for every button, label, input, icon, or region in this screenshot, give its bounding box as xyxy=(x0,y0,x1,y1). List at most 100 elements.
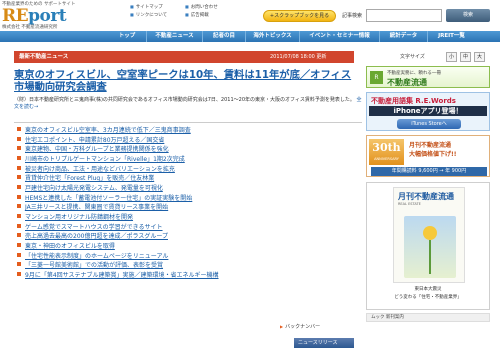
font-size-label: 文字サイズ xyxy=(400,54,425,60)
bullet-icon xyxy=(17,271,21,276)
divider xyxy=(14,122,362,123)
list-item: HEMSと連携した「蓄電池付ソーラー住宅」の実証実験を開始 xyxy=(17,194,362,204)
top-headline-link[interactable]: 東京のオフィスビル、空室率ピークは10年、賃料は11年が底／オフィス市場動向研究… xyxy=(14,69,359,93)
bullet-icon xyxy=(17,262,21,267)
news-link[interactable]: 「三菱一号館美術館」での活動が評価、表彰を受賞 xyxy=(25,262,163,269)
link-policy-link[interactable]: リンクについて xyxy=(130,11,185,19)
news-link[interactable]: 賃貸仲介住宅「Forest Plug」を販売／住友林業 xyxy=(25,175,154,182)
ad2-brand: 不動産用語集 R.E.Words xyxy=(371,97,456,105)
news-link[interactable]: 売上高過去最高の200億円超を達成／ポラスグループ xyxy=(25,233,168,240)
news-list: 東京のオフィスビル空室率、3カ月連続で低下／三鬼商事調査 住宅エコポイント、申請… xyxy=(17,126,362,281)
news-link[interactable]: 東京建物、中国・万科グループと業務提携関係を強化 xyxy=(25,146,169,153)
ad-iphone-app-banner[interactable]: 不動産用語集 R.E.Words iPhoneアプリ登場！ iTunes Sto… xyxy=(366,92,490,131)
bullet-icon xyxy=(17,127,21,131)
bullet-icon xyxy=(17,136,21,141)
bullet-icon xyxy=(17,204,21,209)
news-link[interactable]: ゲーム感覚でスマートハウスの学習ができるサイト xyxy=(25,224,163,231)
magazine-subtitle: REAL ESTATE xyxy=(398,202,421,206)
magazine-caption-sub: どう変わる「住宅・不動産業界」 xyxy=(394,295,462,300)
anniversary-badge: 30th xyxy=(369,139,404,165)
ad3-subtitle: 大幅価格値下げ!! xyxy=(409,151,457,158)
nav-jreit[interactable]: JREIT一覧 xyxy=(427,31,475,42)
news-link[interactable]: マンション用オリジナル防錆鋼材を開発 xyxy=(25,214,133,221)
summary-text: （財）日本不動産研究所と三鬼商事(株)の共同研究会であるオフィス市場動向研究会は… xyxy=(14,97,355,103)
magazine-logo-icon: R xyxy=(370,71,383,84)
sunflower-icon xyxy=(423,226,437,240)
nav-top[interactable]: トップ xyxy=(108,31,146,42)
site-header: 不動産業界のための サポートサイト REport 株式会社 不動産流通研究所 サ… xyxy=(0,0,500,31)
list-item: JA三井リースと提携、関東圏で賃貸リース事業を開始 xyxy=(17,203,362,213)
nav-events[interactable]: イベント・セミナー情報 xyxy=(299,31,379,42)
bullet-icon xyxy=(17,155,21,160)
site-logo[interactable]: 不動産業界のための サポートサイト REport 株式会社 不動産流通研究所 xyxy=(2,1,112,31)
news-link[interactable]: JA三井リースと提携、関東圏で賃貸リース事業を開始 xyxy=(25,204,168,211)
search-button[interactable]: 検索 xyxy=(446,9,490,22)
contact-link[interactable]: お問い合わせ xyxy=(185,3,240,11)
ad3-price: 年間購読料 9,600円 → 年 900円 xyxy=(371,167,487,176)
utility-links-col2: お問い合わせ 広告掲載 xyxy=(185,3,240,19)
list-item: 戸建住宅向け太陽光発電システム、発電量を可視化 xyxy=(17,184,362,194)
backnumber-link[interactable]: バックナンバー xyxy=(280,323,320,330)
list-item: 賃貸仲介住宅「Forest Plug」を販売／住友林業 xyxy=(17,174,362,184)
ad1-tagline: 不動産実務に、頼れる一冊 xyxy=(387,71,441,76)
logo-wordmark: REport xyxy=(2,6,67,26)
news-link[interactable]: 川崎市のトリプルゲートマンション「Rivelle」1期2次完成 xyxy=(25,156,185,163)
magazine-title: 月刊不動産流通 xyxy=(398,192,454,201)
list-item: 売上高過去最高の200億円超を達成／ポラスグループ xyxy=(17,232,362,242)
font-size-medium-button[interactable]: 中 xyxy=(460,52,471,62)
main-nav: トップ 不動産ニュース 記者の目 海外トピックス イベント・セミナー情報 統計デ… xyxy=(0,31,500,42)
cover-illustration xyxy=(404,216,456,278)
ad1-title: 不動産流通 xyxy=(387,78,427,87)
list-item: 「三菱一号館美術館」での活動が評価、表彰を受賞 xyxy=(17,261,362,271)
news-link[interactable]: 東京のオフィスビル空室率、3カ月連続で低下／三鬼商事調査 xyxy=(25,127,191,134)
bullet-icon xyxy=(17,194,21,199)
list-item: 被災者向け商品、工法・用途などバリエーションを拡充 xyxy=(17,165,362,175)
bullet-icon xyxy=(17,233,21,238)
list-item: 東京のオフィスビル空室率、3カ月連続で低下／三鬼商事調査 xyxy=(17,126,362,136)
magazine-cover-card[interactable]: 月刊不動産流通 REAL ESTATE 東日本大震災 どう変わる「住宅・不動産業… xyxy=(366,182,490,310)
list-item: 東京建物、中国・万科グループと業務提携関係を強化 xyxy=(17,145,362,155)
search-input[interactable] xyxy=(366,9,442,22)
magazine-caption: 東日本大震災 xyxy=(414,287,442,292)
nav-overseas[interactable]: 海外トピックス xyxy=(245,31,299,42)
news-link[interactable]: 9月に「第4回サステナブル建築賞」実施／建築環境・省エネルギー機構 xyxy=(25,272,219,279)
anniversary-badge-sub: ANNIVERSARY xyxy=(374,157,399,161)
list-item: 東京・神田のオフィスビルを取得 xyxy=(17,242,362,252)
list-item: 住宅エコポイント、申請累計80万戸超える／国交省 xyxy=(17,136,362,146)
news-release-tab[interactable]: ニュースリリース xyxy=(294,338,354,348)
mook-new-release[interactable]: ムック 新刊案内 xyxy=(366,313,490,322)
bullet-icon xyxy=(17,242,21,247)
font-size-small-button[interactable]: 小 xyxy=(446,52,457,62)
list-item: マンション用オリジナル防錆鋼材を開発 xyxy=(17,213,362,223)
sitemap-link[interactable]: サイトマップ xyxy=(130,3,185,11)
nav-news[interactable]: 不動産ニュース xyxy=(146,31,202,42)
news-link[interactable]: HEMSと連携した「蓄電池付ソーラー住宅」の実証実験を開始 xyxy=(25,195,192,202)
ad2-headline: iPhoneアプリ登場！ xyxy=(369,106,487,116)
bullet-icon xyxy=(17,223,21,228)
bullet-icon xyxy=(17,146,21,151)
list-item: ゲーム感覚でスマートハウスの学習ができるサイト xyxy=(17,223,362,233)
nav-reporter[interactable]: 記者の目 xyxy=(202,31,245,42)
news-link[interactable]: 被災者向け商品、工法・用途などバリエーションを拡充 xyxy=(25,166,175,173)
itunes-store-button[interactable]: iTunes Storeへ xyxy=(397,119,461,129)
bullet-icon xyxy=(17,213,21,218)
bullet-icon xyxy=(17,175,21,180)
news-link[interactable]: 戸建住宅向け太陽光発電システム、発電量を可視化 xyxy=(25,185,163,192)
bullet-icon xyxy=(17,252,21,257)
bullet-icon xyxy=(17,184,21,189)
news-link[interactable]: 「住宅性能表示制度」のホームページをリニューアル xyxy=(25,253,168,260)
headline-summary: （財）日本不動産研究所と三鬼商事(株)の共同研究会であるオフィス市場動向研究会は… xyxy=(14,97,362,111)
flower-stem xyxy=(429,240,431,274)
ad-magazine-banner[interactable]: R 不動産実務に、頼れる一冊 不動産流通 xyxy=(366,66,490,88)
news-link[interactable]: 東京・神田のオフィスビルを取得 xyxy=(25,243,115,250)
list-item: 「住宅性能表示制度」のホームページをリニューアル xyxy=(17,252,362,262)
scrapbook-button[interactable]: +スクラップブックを見る xyxy=(263,10,336,22)
advertising-link[interactable]: 広告掲載 xyxy=(185,11,240,19)
ad-anniversary-banner[interactable]: 30th ANNIVERSARY 月刊不動産流通 大幅価格値下げ!! 年間購読料… xyxy=(366,135,490,177)
nav-statistics[interactable]: 統計データ xyxy=(379,31,427,42)
news-link[interactable]: 住宅エコポイント、申請累計80万戸超える／国交省 xyxy=(25,137,164,144)
list-item: 川崎市のトリプルゲートマンション「Rivelle」1期2次完成 xyxy=(17,155,362,165)
magazine-cover-image: 月刊不動産流通 REAL ESTATE xyxy=(393,187,465,283)
bullet-icon xyxy=(17,165,21,170)
font-size-large-button[interactable]: 大 xyxy=(474,52,485,62)
